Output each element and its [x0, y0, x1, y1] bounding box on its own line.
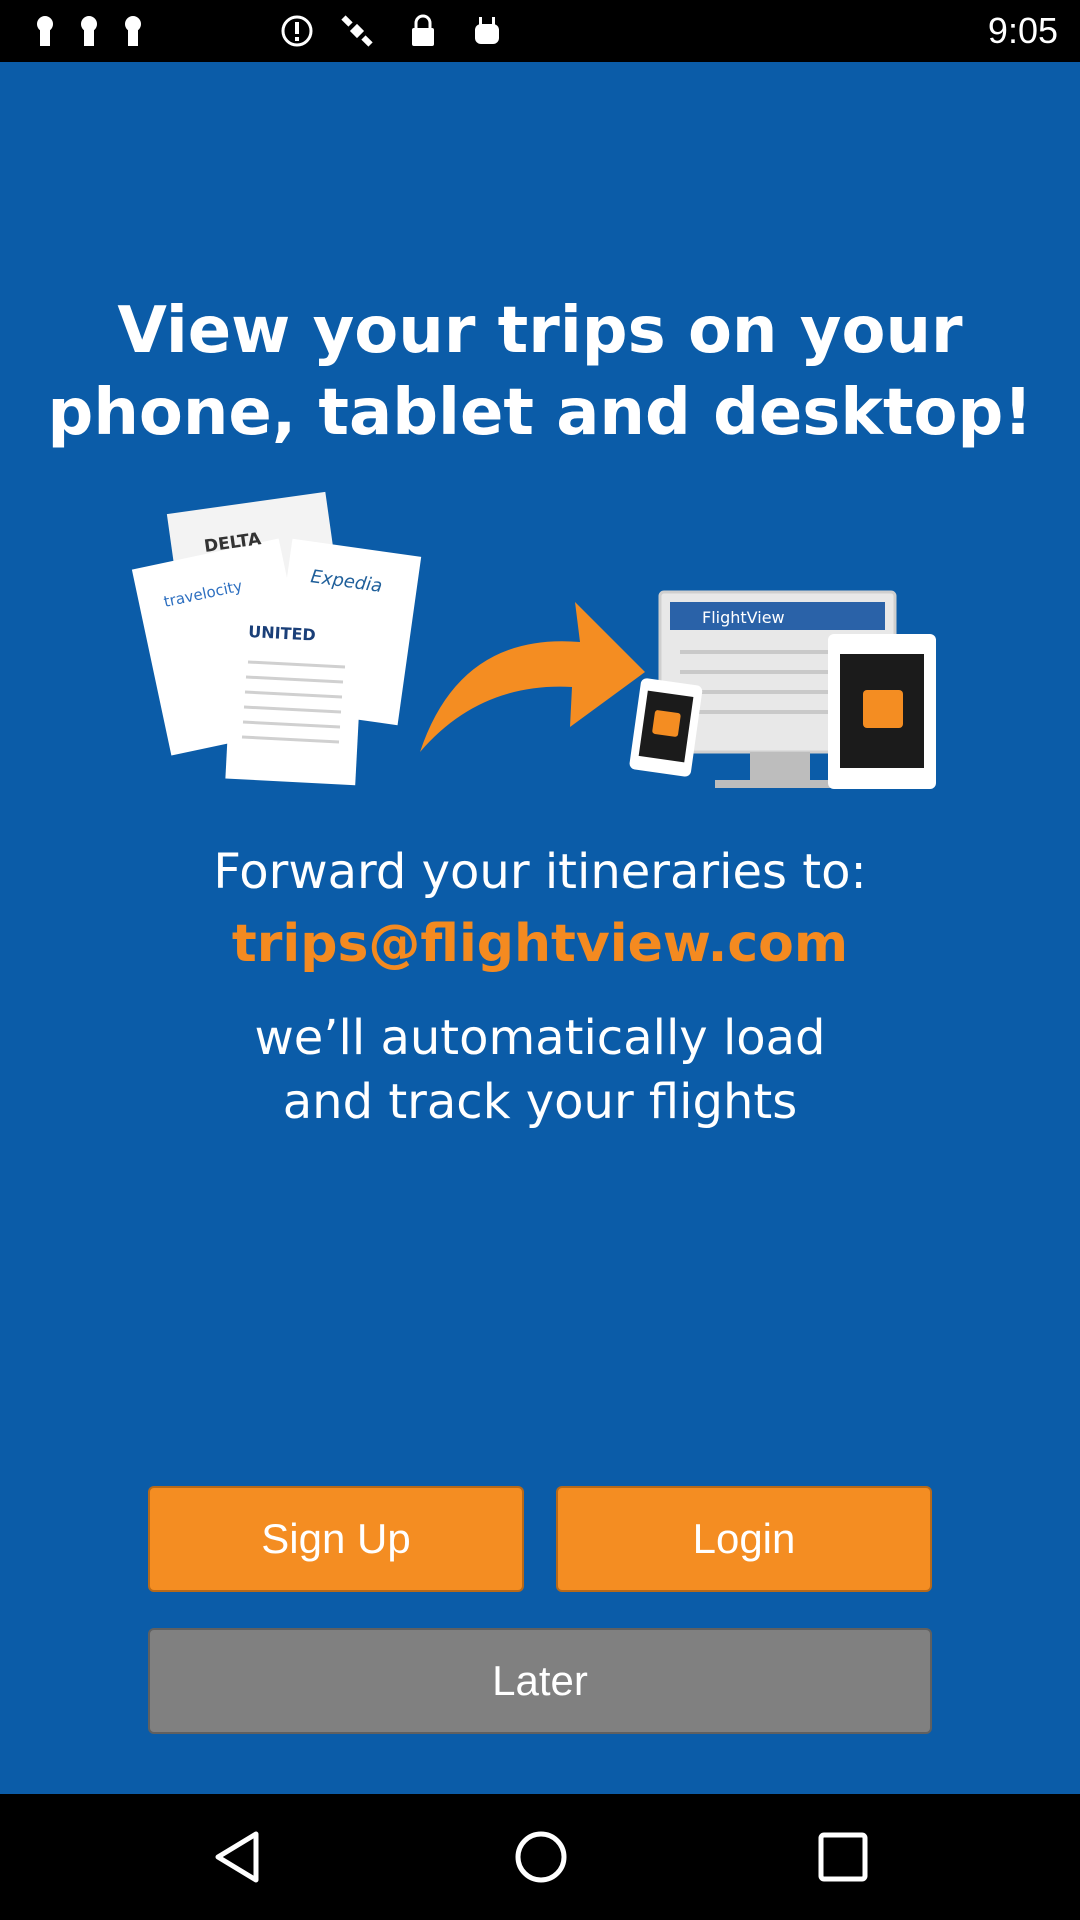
arrow-icon	[420, 602, 645, 752]
itinerary-documents: DELTA Expedia travelocity UNITED	[131, 491, 422, 786]
headline-line-1: View your trips on your	[117, 294, 963, 368]
united-label: UNITED	[248, 622, 316, 645]
satellite-icon	[341, 15, 373, 47]
onboarding-screen: View your trips on your phone, tablet an…	[0, 62, 1080, 1794]
headline-line-2: phone, tablet and desktop!	[47, 376, 1033, 450]
sign-up-button[interactable]: Sign Up	[148, 1486, 524, 1592]
android-icon	[475, 17, 499, 44]
keyhole-icon	[37, 16, 53, 46]
recents-icon[interactable]	[816, 1830, 870, 1884]
keyhole-icon	[125, 16, 141, 46]
forward-instruction: Forward your itineraries to:	[213, 844, 867, 900]
navigation-bar	[0, 1794, 1080, 1920]
lock-icon	[412, 14, 434, 46]
home-icon[interactable]	[512, 1828, 570, 1886]
forward-email: trips@flightview.com	[231, 914, 849, 974]
later-button[interactable]: Later	[148, 1628, 932, 1734]
status-bar: 9:05	[0, 0, 1080, 62]
keyhole-icon	[81, 16, 97, 46]
auto-load-line-1: we’ll automatically load	[254, 1010, 826, 1066]
login-button[interactable]: Login	[556, 1486, 932, 1592]
status-time: 9:05	[987, 10, 1058, 51]
auto-load-line-2: and track your flights	[282, 1074, 798, 1130]
phone-device	[629, 678, 703, 777]
back-icon[interactable]	[208, 1828, 266, 1886]
tablet-device	[828, 634, 936, 789]
flightview-label: FlightView	[702, 608, 785, 627]
illustration: DELTA Expedia travelocity UNITED FlightV…	[131, 491, 936, 789]
info-icon	[281, 15, 313, 47]
